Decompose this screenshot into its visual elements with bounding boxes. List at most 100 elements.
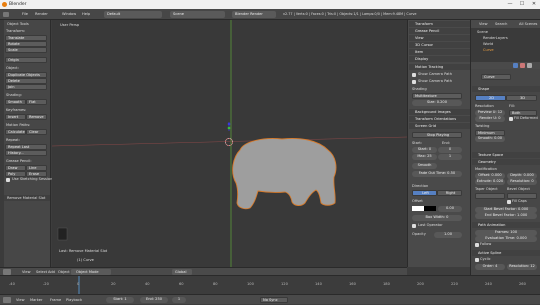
bevel-object-field[interactable]: [507, 193, 537, 199]
material-tab-icon[interactable]: [520, 63, 525, 68]
opacity-field[interactable]: 1.00: [434, 232, 462, 238]
color-swatch-black[interactable]: [424, 206, 436, 211]
outliner-item-curve[interactable]: Curve: [483, 48, 494, 52]
order-u-field[interactable]: Order: 4: [475, 264, 505, 270]
path-animation-panel[interactable]: Path Animation: [472, 222, 540, 228]
outliner-filter-menu[interactable]: All Scenes: [519, 22, 537, 26]
clear-button[interactable]: Clear: [26, 129, 47, 135]
size-field[interactable]: Size: 0.200: [412, 100, 462, 106]
outliner-item-world[interactable]: World: [483, 42, 493, 46]
shape-panel[interactable]: Shape: [472, 86, 540, 92]
menu-window[interactable]: Window: [62, 9, 76, 20]
right-button[interactable]: Right: [437, 190, 462, 196]
repeat-last-button[interactable]: Repeat Last: [5, 144, 47, 150]
history-button[interactable]: History...: [5, 150, 47, 156]
maximize-button[interactable]: ☐: [516, 0, 528, 9]
viewport-canvas[interactable]: [52, 20, 407, 267]
draw-button[interactable]: Draw: [5, 165, 26, 171]
erase-button[interactable]: Erase: [26, 171, 47, 177]
curve-name-field[interactable]: Curve: [481, 74, 511, 80]
delete-button[interactable]: Delete: [5, 78, 47, 84]
origin-button[interactable]: Origin: [5, 57, 47, 63]
scale-button[interactable]: Scale: [5, 47, 47, 53]
geometry-panel[interactable]: Geometry: [472, 159, 540, 165]
box-width-field[interactable]: Box Width: 0: [412, 215, 462, 221]
editor-type-icon[interactable]: [3, 269, 11, 275]
extrude-field[interactable]: Extrude: 0.020: [475, 179, 505, 185]
layout-selector[interactable]: Default: [104, 11, 162, 18]
rotate-button[interactable]: Rotate: [5, 41, 47, 47]
gizmo-z-handle[interactable]: [227, 122, 231, 126]
menu-render[interactable]: Render: [35, 9, 48, 20]
show-cam-checkbox[interactable]: [412, 80, 416, 84]
render-u-field[interactable]: Render U: 0: [475, 116, 505, 122]
motion-tracking-panel[interactable]: Motion Tracking: [409, 64, 470, 70]
shape-2d-button[interactable]: 2D: [475, 95, 506, 101]
operator-panel-header[interactable]: Remove Material Slot: [4, 195, 50, 201]
screen-grid-panel[interactable]: Screen Grid: [409, 123, 470, 129]
timeline-canvas[interactable]: [0, 276, 540, 295]
texture-tab-icon[interactable]: [527, 63, 532, 68]
properties-tabs[interactable]: [471, 62, 540, 69]
smooth-field[interactable]: Smooth: 0.00: [475, 136, 505, 142]
start-frame-field[interactable]: Start: 1: [106, 297, 134, 303]
tool-shelf-tabs[interactable]: [0, 20, 4, 267]
background-images-panel[interactable]: Background Images: [409, 109, 470, 115]
curve-data-tab-icon[interactable]: [513, 63, 518, 68]
end-value-field[interactable]: 1: [438, 154, 462, 160]
cyclic-checkbox[interactable]: [475, 258, 479, 262]
preview-u-field[interactable]: Preview U: 12: [475, 110, 505, 116]
close-button[interactable]: ✕: [528, 0, 540, 9]
fill-deformed-checkbox[interactable]: [509, 117, 513, 121]
editor-type-icon[interactable]: [3, 12, 9, 17]
evaluation-time-field[interactable]: Evaluation Time: 0.000: [475, 236, 537, 242]
outliner-item-scene[interactable]: Scene: [477, 30, 488, 34]
translate-button[interactable]: Translate: [5, 35, 47, 41]
calculate-button[interactable]: Calculate: [5, 129, 26, 135]
sync-mode-selector[interactable]: No Sync: [260, 297, 288, 303]
render-engine-selector[interactable]: Blender Render: [232, 11, 276, 18]
show-names-checkbox[interactable]: [412, 73, 416, 77]
outliner-view-menu[interactable]: View: [479, 22, 488, 26]
flat-button[interactable]: Flat: [26, 99, 47, 105]
3d-cursor-icon[interactable]: [225, 138, 233, 146]
smooth-field[interactable]: Smooth: [412, 163, 437, 169]
transform-orientations-panel[interactable]: Transform Orientations: [409, 116, 470, 122]
sketching-checkbox[interactable]: [6, 178, 10, 182]
transform-panel[interactable]: Transform: [409, 21, 470, 27]
gizmo-y-handle[interactable]: [227, 126, 231, 130]
grease-pencil-panel[interactable]: Grease Pencil: [409, 28, 470, 34]
bevel-resolution-field[interactable]: Resolution: 0: [507, 179, 537, 185]
left-button[interactable]: Left: [412, 190, 437, 196]
current-frame-field[interactable]: 1: [172, 297, 186, 303]
fill-caps-checkbox[interactable]: [507, 200, 511, 204]
scene-selector[interactable]: Scene: [170, 11, 225, 18]
max-field[interactable]: Max: 25: [412, 154, 437, 160]
start-value-field[interactable]: 0: [438, 147, 462, 153]
3d-cursor-panel[interactable]: 3D Cursor: [409, 42, 470, 48]
shape-3d-button[interactable]: 3D: [506, 95, 537, 101]
start-bevel-field[interactable]: Start Bevel Factor: 0.000: [475, 207, 537, 213]
outliner-search-menu[interactable]: Search: [495, 22, 507, 26]
taper-object-field[interactable]: [475, 193, 505, 199]
display-panel[interactable]: Display: [409, 56, 470, 62]
poly-button[interactable]: Poly: [5, 171, 26, 177]
menu-help[interactable]: Help: [82, 9, 90, 20]
object-tools-header[interactable]: Object Tools: [4, 21, 50, 27]
join-button[interactable]: Join: [5, 84, 47, 90]
outliner-item-renderlayers[interactable]: RenderLayers: [483, 36, 508, 40]
fill-selector[interactable]: Both: [509, 110, 537, 116]
minimize-button[interactable]: —: [504, 0, 516, 9]
stop-playing-button[interactable]: Stop Playing: [412, 132, 462, 138]
end-bevel-field[interactable]: End Bevel Factor: 1.000: [475, 213, 537, 219]
twisting-selector[interactable]: Minimum: [475, 130, 505, 136]
active-spline-panel[interactable]: Active Spline: [472, 250, 540, 256]
start-field[interactable]: Start: 0: [412, 147, 437, 153]
elephant-curve-shape[interactable]: [232, 138, 337, 210]
item-panel[interactable]: Item: [409, 49, 470, 55]
texture-space-panel[interactable]: Texture Space: [472, 152, 540, 158]
fade-out-field[interactable]: Fade Out Time: 0.50: [412, 171, 462, 177]
timeline[interactable]: -40 -20 0 20 40 60 80 100 120 140 160 180 200 220 240 2…: [0, 275, 540, 295]
line-button[interactable]: Line: [26, 165, 47, 171]
editor-type-icon[interactable]: [3, 297, 11, 303]
